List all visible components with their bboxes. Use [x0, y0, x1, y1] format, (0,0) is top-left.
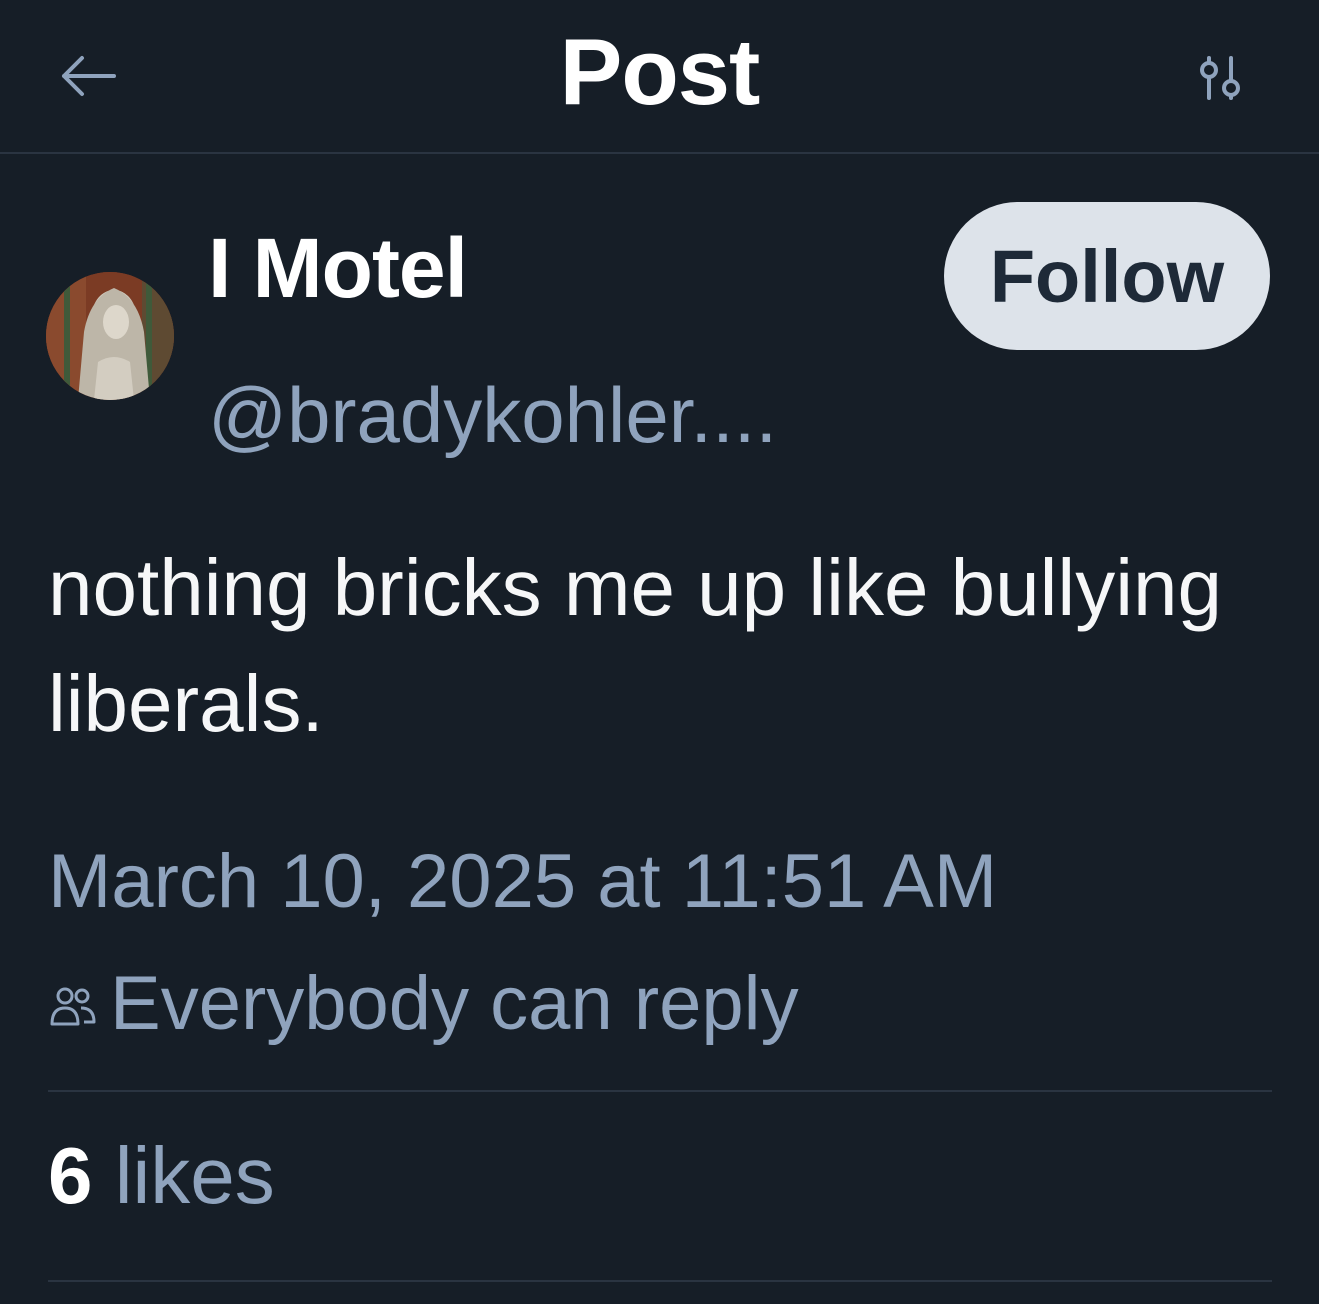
- post-screen: Post I Motel @bradykohler.... Follow not…: [0, 0, 1319, 1304]
- post-timestamp: March 10, 2025 at 11:51 AM: [48, 839, 998, 924]
- top-bar: Post: [0, 0, 1319, 154]
- divider: [48, 1280, 1272, 1282]
- divider: [48, 1090, 1272, 1092]
- likes-count: 6: [48, 1131, 93, 1220]
- post-text: nothing bricks me up like bullying liber…: [48, 543, 1222, 748]
- avatar-statue-image: [46, 272, 174, 400]
- thread-settings-button[interactable]: [1188, 50, 1252, 106]
- likes-stat[interactable]: 6 likes: [48, 1130, 275, 1222]
- people-icon: [50, 987, 96, 1025]
- likes-label: likes: [114, 1131, 275, 1220]
- reply-setting: Everybody can reply: [48, 960, 799, 1047]
- follow-button[interactable]: Follow: [944, 202, 1270, 350]
- author-handle[interactable]: @bradykohler....: [208, 370, 777, 461]
- author-display-name[interactable]: I Motel: [208, 220, 468, 317]
- reply-setting-label: Everybody can reply: [110, 961, 799, 1046]
- page-title: Post: [559, 19, 761, 124]
- avatar[interactable]: [46, 272, 174, 400]
- sliders-icon: [1200, 56, 1240, 100]
